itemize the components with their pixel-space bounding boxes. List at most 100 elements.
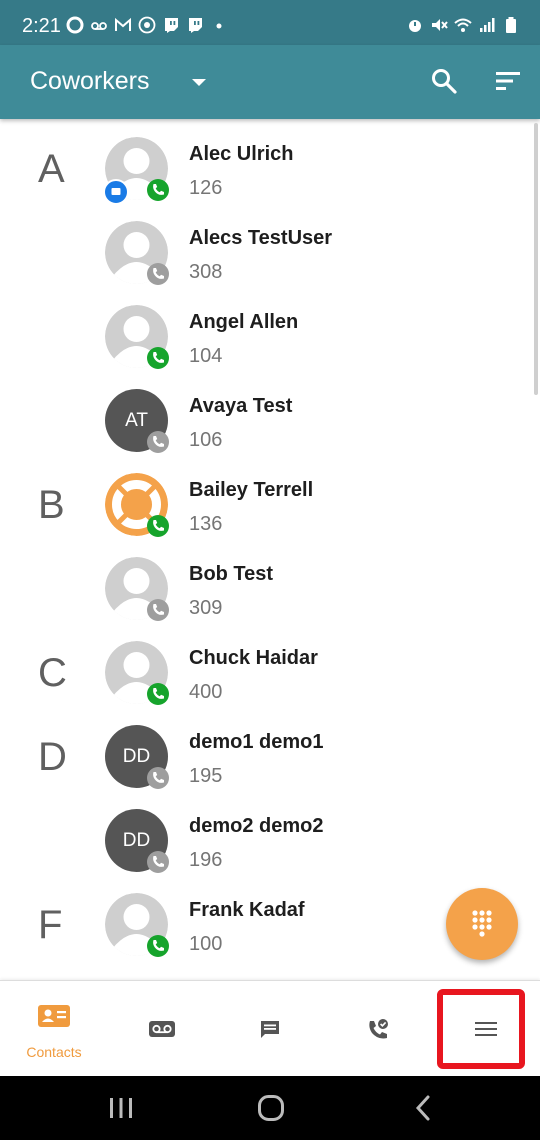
contact-extension: 126 — [189, 177, 223, 199]
section-letter: A — [38, 147, 65, 191]
voicemail-icon — [149, 1021, 175, 1037]
contact-name: Chuck Haidar — [189, 647, 318, 669]
nav-messages-tab[interactable] — [216, 981, 324, 1077]
dropdown-arrow-icon[interactable] — [188, 71, 210, 93]
offline-phone-icon — [147, 599, 169, 621]
status-time: 2:21 — [22, 15, 61, 37]
call-history-icon — [369, 1019, 388, 1039]
contact-list[interactable]: A Alec Ulrich 126 Alecs TestUser 308 Angel Al… — [0, 120, 540, 978]
available-phone-icon — [147, 935, 169, 957]
contact-avatar — [105, 557, 169, 621]
contact-card-icon — [38, 1005, 70, 1027]
section-letter: C — [38, 651, 67, 695]
battery-icon — [506, 17, 516, 33]
offline-phone-icon — [147, 767, 169, 789]
contact-avatar — [105, 305, 169, 369]
nav-contacts-label: Contacts — [26, 1044, 82, 1060]
contact-extension: 308 — [189, 261, 223, 283]
presence-badge — [147, 851, 169, 873]
nav-menu-tab[interactable] — [432, 981, 540, 1077]
offline-phone-icon — [147, 431, 169, 453]
menu-icon — [475, 1022, 497, 1036]
app-bar: Coworkers — [0, 45, 540, 119]
contact-avatar: AT — [105, 389, 169, 453]
contact-avatar — [105, 641, 169, 705]
nav-contacts-tab[interactable]: Contacts — [0, 981, 108, 1077]
contact-row[interactable]: C Chuck Haidar 400 — [0, 624, 540, 708]
wifi-icon — [454, 18, 472, 32]
contact-avatar: DD — [105, 725, 169, 789]
available-phone-icon — [147, 683, 169, 705]
twitch-notification-icon-2 — [189, 18, 202, 33]
chat-bubble-icon — [261, 1021, 279, 1038]
system-navigation-bar — [0, 1076, 540, 1140]
contact-extension: 106 — [189, 429, 223, 451]
contact-name: demo1 demo1 — [189, 731, 324, 753]
status-notification-icons — [66, 16, 228, 34]
contact-avatar: DD — [105, 809, 169, 873]
contact-row[interactable]: Angel Allen 104 — [0, 288, 540, 372]
contact-avatar — [105, 893, 169, 957]
presence-badge — [147, 599, 169, 621]
scrollbar-thumb[interactable] — [534, 123, 538, 395]
alarm-icon — [409, 20, 421, 32]
presence-badge — [147, 179, 169, 201]
more-notifications-dot-icon — [216, 23, 222, 29]
contact-row[interactable]: Bob Test 309 — [0, 540, 540, 624]
offline-phone-icon — [147, 263, 169, 285]
presence-badge — [147, 347, 169, 369]
status-bar: 2:21 — [0, 0, 540, 45]
contact-row[interactable]: AT Avaya Test 106 — [0, 372, 540, 456]
contact-name: Alecs TestUser — [189, 227, 333, 249]
contact-extension: 196 — [189, 849, 223, 871]
contact-avatar — [105, 221, 169, 285]
contact-extension: 309 — [189, 597, 223, 619]
contact-extension: 195 — [189, 765, 223, 787]
available-phone-icon — [147, 515, 169, 537]
dialpad-fab-button[interactable] — [446, 888, 518, 960]
page-title: Coworkers — [30, 67, 150, 95]
back-icon[interactable] — [413, 1094, 433, 1122]
nav-call-history-tab[interactable] — [324, 981, 432, 1077]
section-letter: D — [38, 735, 67, 779]
twitch-notification-icon — [165, 18, 178, 33]
contact-name: Frank Kadaf — [189, 899, 305, 921]
available-phone-icon — [147, 179, 169, 201]
contact-name: Angel Allen — [189, 311, 299, 333]
presence-badge — [147, 431, 169, 453]
contact-extension: 104 — [189, 345, 223, 367]
contact-row[interactable]: DD demo2 demo2 196 — [0, 792, 540, 876]
presence-badge — [147, 515, 169, 537]
contact-row[interactable]: B Bailey Terrell 136 — [0, 456, 540, 540]
presence-badge — [147, 263, 169, 285]
contact-row[interactable]: A Alec Ulrich 126 — [0, 120, 540, 205]
contact-extension: 100 — [189, 933, 223, 955]
presence-badge — [147, 767, 169, 789]
gmail-notification-icon — [115, 17, 131, 31]
contact-extension: 400 — [189, 681, 223, 703]
section-letter: F — [38, 903, 63, 947]
bottom-navigation: Contacts — [0, 980, 540, 1077]
presence-badge — [147, 683, 169, 705]
presence-badge — [147, 935, 169, 957]
recent-apps-icon[interactable] — [108, 1096, 134, 1120]
contact-avatar — [103, 137, 169, 205]
sort-filter-icon[interactable] — [494, 67, 522, 95]
status-system-icons — [406, 16, 520, 34]
contact-avatar — [105, 473, 169, 537]
mute-icon — [432, 19, 448, 31]
contact-name: Avaya Test — [189, 395, 293, 417]
home-icon[interactable] — [257, 1094, 285, 1122]
nav-voicemail-tab[interactable] — [108, 981, 216, 1077]
available-phone-icon — [147, 347, 169, 369]
search-icon[interactable] — [430, 67, 458, 95]
contact-row[interactable]: D DD demo1 demo1 195 — [0, 708, 540, 792]
lifebuoy-notification-icon — [66, 16, 84, 34]
app-notification-icon — [138, 16, 156, 34]
contact-extension: 136 — [189, 513, 223, 535]
offline-phone-icon — [147, 851, 169, 873]
dialpad-icon — [472, 910, 492, 937]
chat-badge — [103, 179, 129, 205]
contact-name: Bob Test — [189, 563, 274, 585]
contact-row[interactable]: Alecs TestUser 308 — [0, 204, 540, 288]
